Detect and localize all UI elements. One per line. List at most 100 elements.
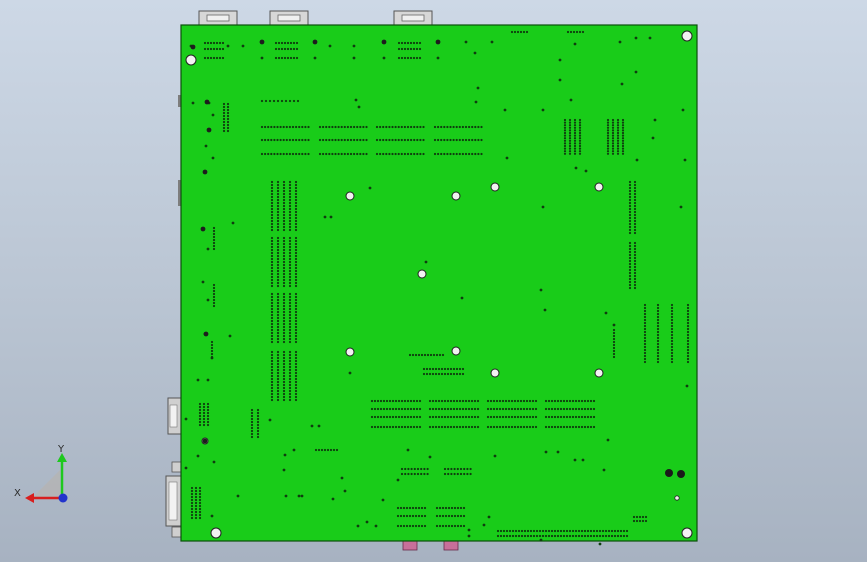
pin-hole <box>397 56 401 60</box>
pcb-board-drawing[interactable] <box>0 0 867 562</box>
pin-hole <box>520 534 524 538</box>
x-axis-label: X <box>14 488 21 499</box>
pin-hole <box>304 152 307 156</box>
pin-hole <box>423 467 426 471</box>
pcb-board[interactable] <box>180 24 698 542</box>
pin-hole <box>340 125 343 129</box>
pin-hole <box>198 414 202 418</box>
pin-hole <box>417 524 421 528</box>
pin-hole <box>298 138 301 142</box>
pin-hole <box>294 356 298 360</box>
pin-hole <box>292 47 296 51</box>
pin-hole <box>318 152 322 156</box>
pin-hole <box>415 415 419 419</box>
pin-hole <box>563 134 567 137</box>
pin-hole <box>328 44 332 48</box>
pin-hole <box>461 399 465 403</box>
pin-hole <box>282 316 286 320</box>
pin-hole <box>202 405 206 409</box>
pin-hole <box>288 278 292 282</box>
pin-hole <box>568 131 572 135</box>
pin-hole <box>256 432 260 436</box>
pin-hole <box>294 284 298 288</box>
pin-hole <box>686 345 690 349</box>
pin-hole <box>573 458 577 462</box>
pin-hole <box>467 528 471 532</box>
pin-hole <box>628 283 632 287</box>
pin-hole <box>276 356 280 360</box>
pin-hole <box>276 248 280 252</box>
pin-hole <box>226 117 230 121</box>
pin-hole <box>611 126 615 129</box>
pin-hole <box>525 399 529 403</box>
pin-hole <box>276 298 280 302</box>
pin-hole <box>686 309 690 313</box>
pin-hole <box>407 472 410 476</box>
pin-hole <box>456 514 460 518</box>
pin-hole <box>291 138 295 142</box>
pin-hole <box>616 134 620 137</box>
pin-hole <box>206 247 210 251</box>
pin-hole <box>459 524 463 528</box>
pin-hole <box>288 254 292 258</box>
cad-viewport[interactable]: Y X <box>0 0 867 562</box>
pin-hole <box>190 492 194 496</box>
pin-hole <box>352 56 356 60</box>
pin-hole <box>365 125 368 129</box>
pin-hole <box>577 407 581 411</box>
pin-hole <box>633 186 637 190</box>
pin-hole <box>611 131 615 135</box>
pin-hole <box>276 362 280 366</box>
pin-hole <box>292 448 296 452</box>
pin-hole <box>206 402 210 406</box>
pin-hole <box>578 131 582 135</box>
pin-hole <box>212 244 216 248</box>
pin-hole <box>628 195 632 199</box>
pin-hole <box>288 195 292 199</box>
pin-hole <box>294 186 298 190</box>
pin-hole <box>294 334 298 338</box>
pin-hole <box>212 235 216 239</box>
pin-hole <box>198 417 202 421</box>
pin-hole <box>294 242 298 246</box>
pin-hole <box>685 384 689 388</box>
pin-hole <box>453 524 457 528</box>
pin-hole <box>206 47 210 51</box>
pin-hole <box>276 260 280 264</box>
pin-hole <box>215 47 219 51</box>
pin-hole <box>502 529 506 533</box>
pin-hole <box>589 425 593 429</box>
pin-hole <box>282 340 286 344</box>
pin-hole <box>422 367 426 371</box>
pin-hole <box>211 113 215 117</box>
pin-hole <box>606 144 610 148</box>
pin-hole <box>419 152 422 156</box>
pin-hole <box>602 468 606 472</box>
pin-hole <box>461 152 464 156</box>
pin-hole <box>444 514 448 518</box>
pin-hole <box>441 514 445 518</box>
pin-hole <box>292 56 296 60</box>
pin-hole <box>400 152 403 156</box>
pin-hole <box>190 516 194 520</box>
pin-hole <box>670 303 674 307</box>
pin-hole <box>280 56 284 60</box>
pin-hole <box>556 399 560 403</box>
pin-hole <box>276 334 280 338</box>
pin-hole <box>406 56 410 60</box>
pin-hole <box>428 367 432 371</box>
pin-hole <box>212 289 216 293</box>
pin-hole <box>317 448 321 452</box>
pin-hole <box>446 407 450 411</box>
pin-hole <box>222 117 226 121</box>
pin-hole <box>406 41 410 45</box>
pin-hole <box>396 514 400 518</box>
pin-hole <box>294 266 298 270</box>
pin-hole <box>522 407 526 411</box>
pin-hole <box>458 415 462 419</box>
pin-hole <box>534 425 538 429</box>
pin-hole <box>565 415 569 419</box>
pin-hole <box>573 126 577 129</box>
pin-hole <box>270 398 274 402</box>
pin-hole <box>628 241 632 245</box>
